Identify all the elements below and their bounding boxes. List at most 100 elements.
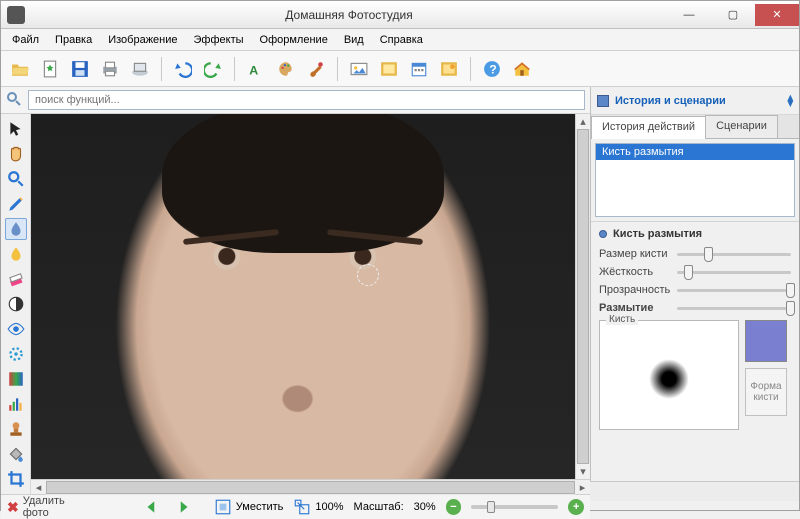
toolbar-calendar-icon[interactable] [406,56,432,82]
brush-section-title: Кисть размытия [613,228,702,240]
zoom-slider[interactable] [471,505,558,509]
pencil-icon [7,195,25,213]
next-photo-button[interactable] [172,497,193,517]
stamp-icon [7,420,25,438]
menu-оформление[interactable]: Оформление [253,32,335,48]
tab-history[interactable]: История действий [591,116,706,139]
tool-eye-icon[interactable] [5,318,27,340]
toolbar-scanner-icon[interactable] [127,56,153,82]
menu-вид[interactable]: Вид [337,32,371,48]
maximize-button[interactable]: ▢ [711,4,755,26]
toolbar-save-icon[interactable] [67,56,93,82]
toolbar-home-icon[interactable] [509,56,535,82]
insert-image-icon [350,60,368,78]
close-button[interactable]: ✕ [755,4,799,26]
tool-pencil-icon[interactable] [5,193,27,215]
delete-photo-button[interactable]: ✖ Удалить фото [7,495,91,519]
toolbar-brush-tool-icon[interactable] [303,56,329,82]
svg-text:A: A [249,63,258,77]
function-search-row [1,87,590,114]
history-list[interactable]: Кисть размытия [595,143,795,217]
panel-collapse-icon[interactable]: ⧫ [788,94,793,107]
tool-pointer-icon[interactable] [5,118,27,140]
tool-fill-icon[interactable] [5,443,27,465]
horizontal-scrollbar[interactable]: ◂ ▸ [31,479,590,494]
toolbar-new-icon[interactable] [37,56,63,82]
toolbar-overlay-icon[interactable] [436,56,462,82]
zoom-icon [7,170,25,188]
vertical-scrollbar[interactable]: ▴ ▾ [575,114,590,479]
param-label: Жёсткость [599,266,671,278]
tool-blur-brush-icon[interactable] [5,218,27,240]
tool-eraser-icon[interactable] [5,268,27,290]
param-label: Размытие [599,302,671,314]
eraser-icon [7,270,25,288]
scroll-right-icon[interactable]: ▸ [575,480,590,495]
tool-levels-icon[interactable] [5,393,27,415]
delete-icon: ✖ [7,499,19,516]
brush-shape-button[interactable]: Форма кисти [745,368,787,416]
eye-icon [7,320,25,338]
tool-contrast-icon[interactable] [5,293,27,315]
tab-scenarios[interactable]: Сценарии [705,115,778,138]
tool-spot-heal-icon[interactable] [5,343,27,365]
tool-marker-icon[interactable] [5,243,27,265]
param-row: Жёсткость [599,266,791,278]
zoom-out-button[interactable]: − [446,499,462,515]
zoom-in-button[interactable]: + [568,499,584,515]
tool-gradient-icon[interactable] [5,368,27,390]
minimize-button[interactable]: — [667,4,711,26]
window-title: Домашняя Фотостудия [31,8,667,22]
blur-brush-icon [7,220,25,238]
toolbar-frame-icon[interactable] [376,56,402,82]
function-search-input[interactable] [28,90,585,110]
color-swatch[interactable] [745,320,787,362]
param-slider[interactable] [677,253,791,256]
panel-icon [597,95,609,107]
scroll-down-icon[interactable]: ▾ [576,464,590,479]
param-slider[interactable] [677,307,791,310]
toolbar-open-icon[interactable] [7,56,33,82]
scroll-up-icon[interactable]: ▴ [576,114,590,129]
zoom-100-button[interactable]: 100% [293,498,343,516]
toolbar-text-icon[interactable]: A [243,56,269,82]
toolbar-undo-icon[interactable] [170,56,196,82]
photo-content [31,114,575,479]
fill-icon [7,445,25,463]
menu-файл[interactable]: Файл [5,32,46,48]
fit-button[interactable]: Уместить [214,498,284,516]
overlay-icon [440,60,458,78]
frame-icon [380,60,398,78]
levels-icon [7,395,25,413]
menu-справка[interactable]: Справка [373,32,430,48]
param-row: Размытие [599,302,791,314]
brush-section-header: Кисть размытия [591,221,799,246]
menu-изображение[interactable]: Изображение [101,32,184,48]
home-icon [513,60,531,78]
menu-эффекты[interactable]: Эффекты [187,32,251,48]
prev-photo-button[interactable] [141,497,162,517]
param-slider[interactable] [677,289,791,292]
param-slider[interactable] [677,271,791,274]
toolbar-palette-icon[interactable] [273,56,299,82]
tool-crop-icon[interactable] [5,468,27,490]
tool-zoom-icon[interactable] [5,168,27,190]
redo-icon [204,60,222,78]
canvas[interactable] [31,114,575,479]
menu-правка[interactable]: Правка [48,32,99,48]
undo-icon [174,60,192,78]
toolbar-insert-image-icon[interactable] [346,56,372,82]
toolbar-help-icon[interactable]: ? [479,56,505,82]
history-item[interactable]: Кисть размытия [596,144,794,160]
brush-cursor [357,264,379,286]
toolbar-redo-icon[interactable] [200,56,226,82]
toolbar-print-icon[interactable] [97,56,123,82]
brush-preview-legend: Кисть [606,314,638,325]
tool-hand-icon[interactable] [5,143,27,165]
tool-stamp-icon[interactable] [5,418,27,440]
delete-photo-label: Удалить фото [23,495,91,519]
scroll-left-icon[interactable]: ◂ [31,480,46,495]
open-icon [11,60,29,78]
palette-icon [277,60,295,78]
hand-icon [7,145,25,163]
